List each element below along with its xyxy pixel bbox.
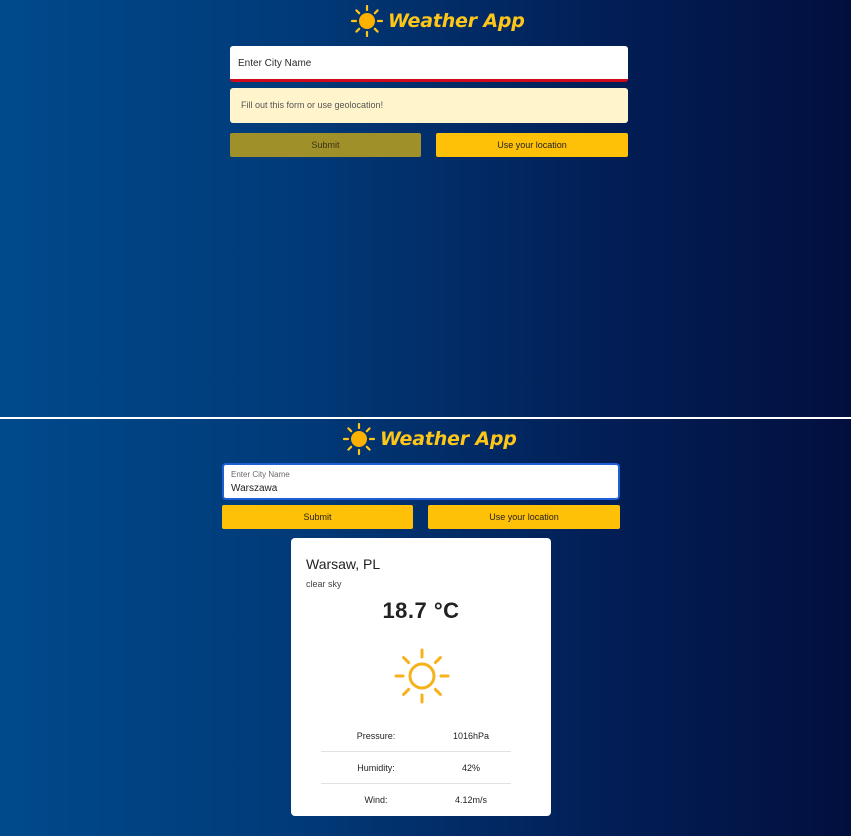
submit-button[interactable]: Submit xyxy=(222,505,413,529)
stat-row-pressure: Pressure: 1016hPa xyxy=(321,720,511,752)
temperature: 18.7 °C xyxy=(382,598,460,623)
validation-alert: Fill out this form or use geolocation! xyxy=(230,88,628,123)
stat-label: Pressure: xyxy=(356,730,396,741)
sun-icon xyxy=(394,648,450,704)
app-header: Weather App xyxy=(350,4,525,38)
app-title: Weather App xyxy=(380,428,517,450)
weather-description: clear sky xyxy=(306,579,342,589)
stat-row-humidity: Humidity: 42% xyxy=(321,752,511,784)
stat-value: 42% xyxy=(461,762,480,773)
stat-row-wind: Wind: 4.12m/s xyxy=(321,784,511,816)
city-input[interactable]: Enter City Name xyxy=(230,46,628,82)
city-input-placeholder: Enter City Name xyxy=(238,58,312,69)
city-input[interactable]: Enter City Name Warszawa xyxy=(222,463,620,500)
stat-label: Humidity: xyxy=(357,762,395,773)
stat-value: 1016hPa xyxy=(452,730,490,741)
submit-button[interactable]: Submit xyxy=(230,133,421,157)
city-input-value: Warszawa xyxy=(231,483,278,494)
city-name: Warsaw, PL xyxy=(306,556,381,572)
stat-value: 4.12m/s xyxy=(454,795,487,805)
use-location-button[interactable]: Use your location xyxy=(428,505,620,529)
sun-logo-icon xyxy=(350,4,384,38)
top-screen: Weather App Enter City Name Fill out thi… xyxy=(0,0,851,417)
use-location-button[interactable]: Use your location xyxy=(436,133,628,157)
app-header: Weather App xyxy=(342,422,517,456)
app-title: Weather App xyxy=(388,10,525,32)
sun-logo-icon xyxy=(342,422,376,456)
stat-label: Wind: xyxy=(364,795,388,805)
city-input-label: Enter City Name xyxy=(231,470,290,479)
bottom-screen: Weather App Enter City Name Warszawa Sub… xyxy=(0,419,851,836)
weather-card: Warsaw, PL clear sky 18.7 °C Pressure: 1… xyxy=(291,538,551,816)
